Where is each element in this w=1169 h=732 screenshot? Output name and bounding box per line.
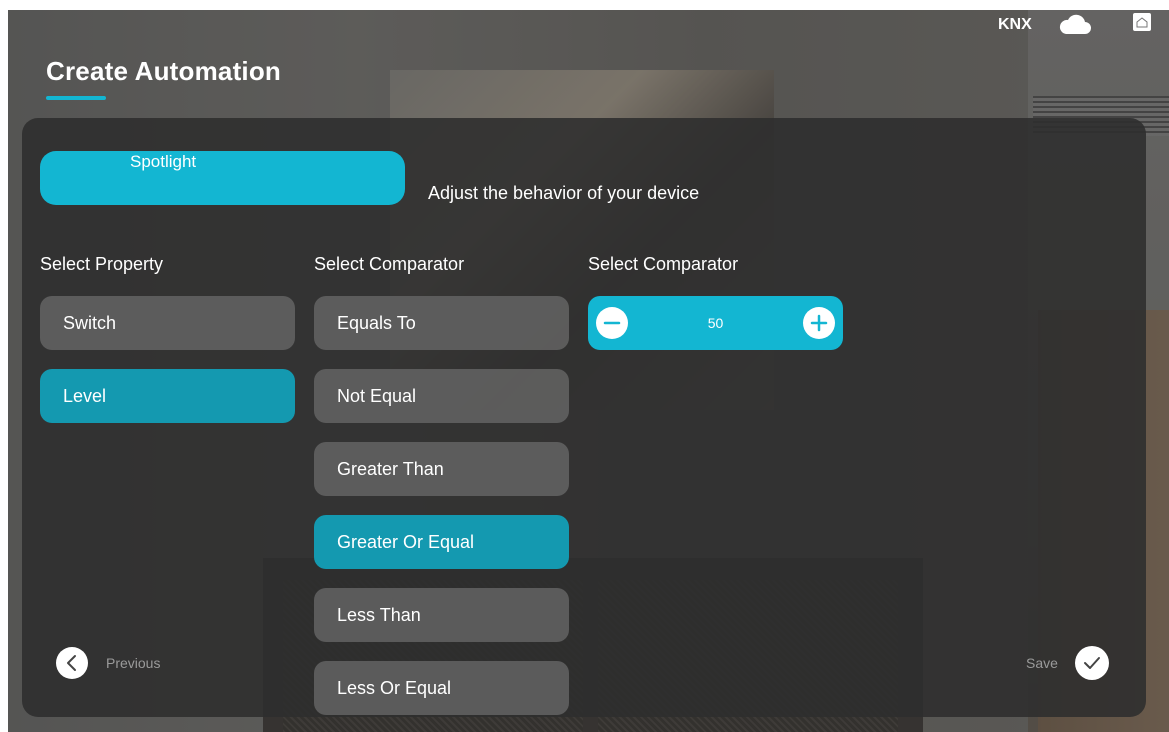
chevron-left-icon <box>67 655 76 671</box>
minus-icon <box>603 321 621 325</box>
comparator-option-less-than[interactable]: Less Than <box>314 588 569 642</box>
comparator-option-not-equal[interactable]: Not Equal <box>314 369 569 423</box>
comparator-option-equals-to[interactable]: Equals To <box>314 296 569 350</box>
home-icon[interactable] <box>1133 13 1151 31</box>
value-stepper: 50 <box>588 296 843 350</box>
previous-label: Previous <box>106 655 161 671</box>
previous-button[interactable] <box>56 647 88 679</box>
comparator-option-less-or-equal[interactable]: Less Or Equal <box>314 661 569 715</box>
save-button[interactable] <box>1075 646 1109 680</box>
page-title: Create Automation <box>46 56 282 86</box>
select-property-label: Select Property <box>40 254 164 274</box>
knx-label: KNX <box>998 16 1032 33</box>
comparator-option-greater-than[interactable]: Greater Than <box>314 442 569 496</box>
plus-icon <box>810 314 828 332</box>
select-comparator-label: Select Comparator <box>314 254 465 274</box>
select-value-label: Select Comparator <box>588 254 739 274</box>
title-underline <box>46 96 106 100</box>
save-label: Save <box>1026 655 1058 671</box>
comparator-option-greater-or-equal[interactable]: Greater Or Equal <box>314 515 569 569</box>
cloud-icon[interactable] <box>1058 12 1092 36</box>
device-name: Spotlight <box>130 152 197 171</box>
increment-button[interactable] <box>803 307 835 339</box>
checkmark-icon <box>1084 657 1100 669</box>
property-option-level[interactable]: Level <box>40 369 295 423</box>
property-option-switch[interactable]: Switch <box>40 296 295 350</box>
decrement-button[interactable] <box>596 307 628 339</box>
device-subtitle: Adjust the behavior of your device <box>428 183 700 203</box>
device-name-pill[interactable]: Spotlight <box>40 151 405 205</box>
